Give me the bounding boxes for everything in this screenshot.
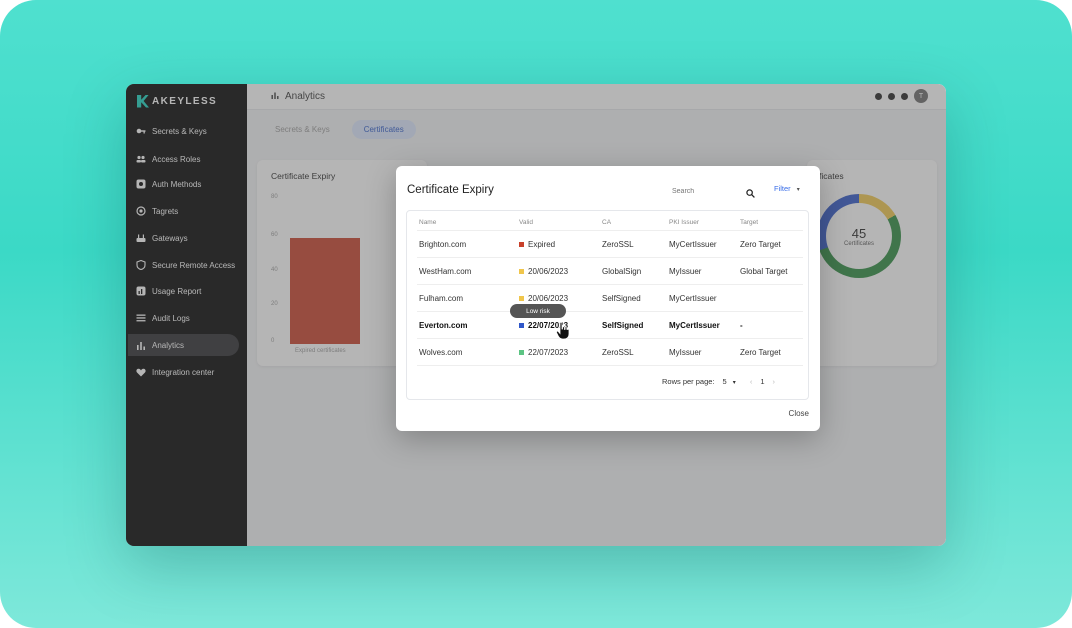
cell-name: Everton.com (419, 320, 468, 330)
prev-page-icon[interactable]: ‹ (750, 377, 753, 386)
cell-name: Brighton.com (419, 239, 467, 249)
close-button[interactable]: Close (789, 409, 809, 418)
certificate-expiry-dialog: Certificate Expiry Filter ▾ Name Valid C… (396, 166, 820, 431)
cell-issuer: MyIssuer (669, 266, 702, 276)
table-row[interactable]: Fulham.com 20/06/2023 SelfSigned MyCertI… (417, 285, 803, 312)
chevron-down-icon: ▾ (796, 187, 800, 193)
page-number: 1 (760, 377, 765, 386)
table-row[interactable]: Brighton.com Expired ZeroSSL MyCertIssue… (417, 231, 803, 258)
cell-target: Global Target (740, 266, 788, 276)
cell-valid: 20/06/2023 (519, 267, 602, 276)
next-page-icon[interactable]: › (772, 377, 775, 386)
cell-target: Zero Target (740, 239, 781, 249)
table-row[interactable]: Wolves.com 22/07/2023 ZeroSSL MyIssuer Z… (417, 339, 803, 366)
cell-issuer: MyCertIssuer (669, 320, 720, 330)
cell-valid: 22/07/2023 (519, 348, 602, 357)
cell-ca: SelfSigned (602, 320, 644, 330)
table-row[interactable]: WestHam.com 20/06/2023 GlobalSign MyIssu… (417, 258, 803, 285)
cell-valid: Expired (519, 240, 602, 249)
cell-name: WestHam.com (419, 266, 472, 276)
pagination: Rows per page: 5 ▾ ‹ 1 › (662, 377, 775, 386)
background: AKEYLESS Secrets & Keys Access Roles Aut… (0, 0, 1072, 628)
status-swatch (519, 241, 524, 247)
table-header: Name Valid CA PKI Issuer Target (417, 215, 803, 231)
cell-target: Zero Target (740, 347, 781, 357)
filter-button[interactable]: Filter ▾ (774, 184, 800, 193)
filter-label: Filter (774, 184, 791, 193)
cell-issuer: MyCertIssuer (669, 293, 717, 303)
column-header-pki-issuer[interactable]: PKI Issuer (669, 219, 740, 226)
cell-ca: SelfSigned (602, 293, 641, 303)
dialog-title: Certificate Expiry (407, 184, 494, 196)
app-window: AKEYLESS Secrets & Keys Access Roles Aut… (126, 84, 946, 546)
rows-per-page-value: 5 (722, 377, 727, 386)
valid-text: 20/06/2023 (528, 293, 569, 303)
cursor-pointer-icon (556, 321, 570, 340)
search-icon[interactable] (746, 185, 755, 198)
column-header-ca[interactable]: CA (602, 219, 669, 226)
rows-per-page-select[interactable]: 5 ▾ (723, 377, 736, 386)
cell-ca: GlobalSign (602, 266, 642, 276)
status-swatch (519, 322, 524, 328)
cell-issuer: MyIssuer (669, 347, 702, 357)
column-header-name[interactable]: Name (417, 219, 519, 226)
cell-name: Fulham.com (419, 293, 464, 303)
status-swatch (519, 295, 524, 301)
chevron-down-icon: ▾ (732, 380, 736, 386)
tooltip: Low risk (510, 304, 566, 318)
cell-ca: ZeroSSL (602, 347, 634, 357)
valid-text: 20/06/2023 (528, 266, 569, 276)
status-swatch (519, 268, 524, 274)
rows-per-page-label: Rows per page: (662, 377, 715, 386)
valid-text: Expired (528, 239, 556, 249)
cell-name: Wolves.com (419, 347, 463, 357)
status-swatch (519, 349, 524, 355)
table-row[interactable]: Everton.com 22/07/2023 SelfSigned MyCert… (417, 312, 803, 339)
column-header-target[interactable]: Target (740, 219, 803, 226)
valid-text: 22/07/2023 (528, 347, 569, 357)
cell-ca: ZeroSSL (602, 239, 634, 249)
column-header-valid[interactable]: Valid (519, 219, 602, 226)
search-input[interactable] (672, 184, 756, 198)
cell-valid: 20/06/2023 (519, 294, 602, 303)
cell-target: - (740, 320, 743, 330)
certificates-table: Name Valid CA PKI Issuer Target Brighton… (406, 210, 809, 400)
cell-issuer: MyCertIssuer (669, 239, 717, 249)
